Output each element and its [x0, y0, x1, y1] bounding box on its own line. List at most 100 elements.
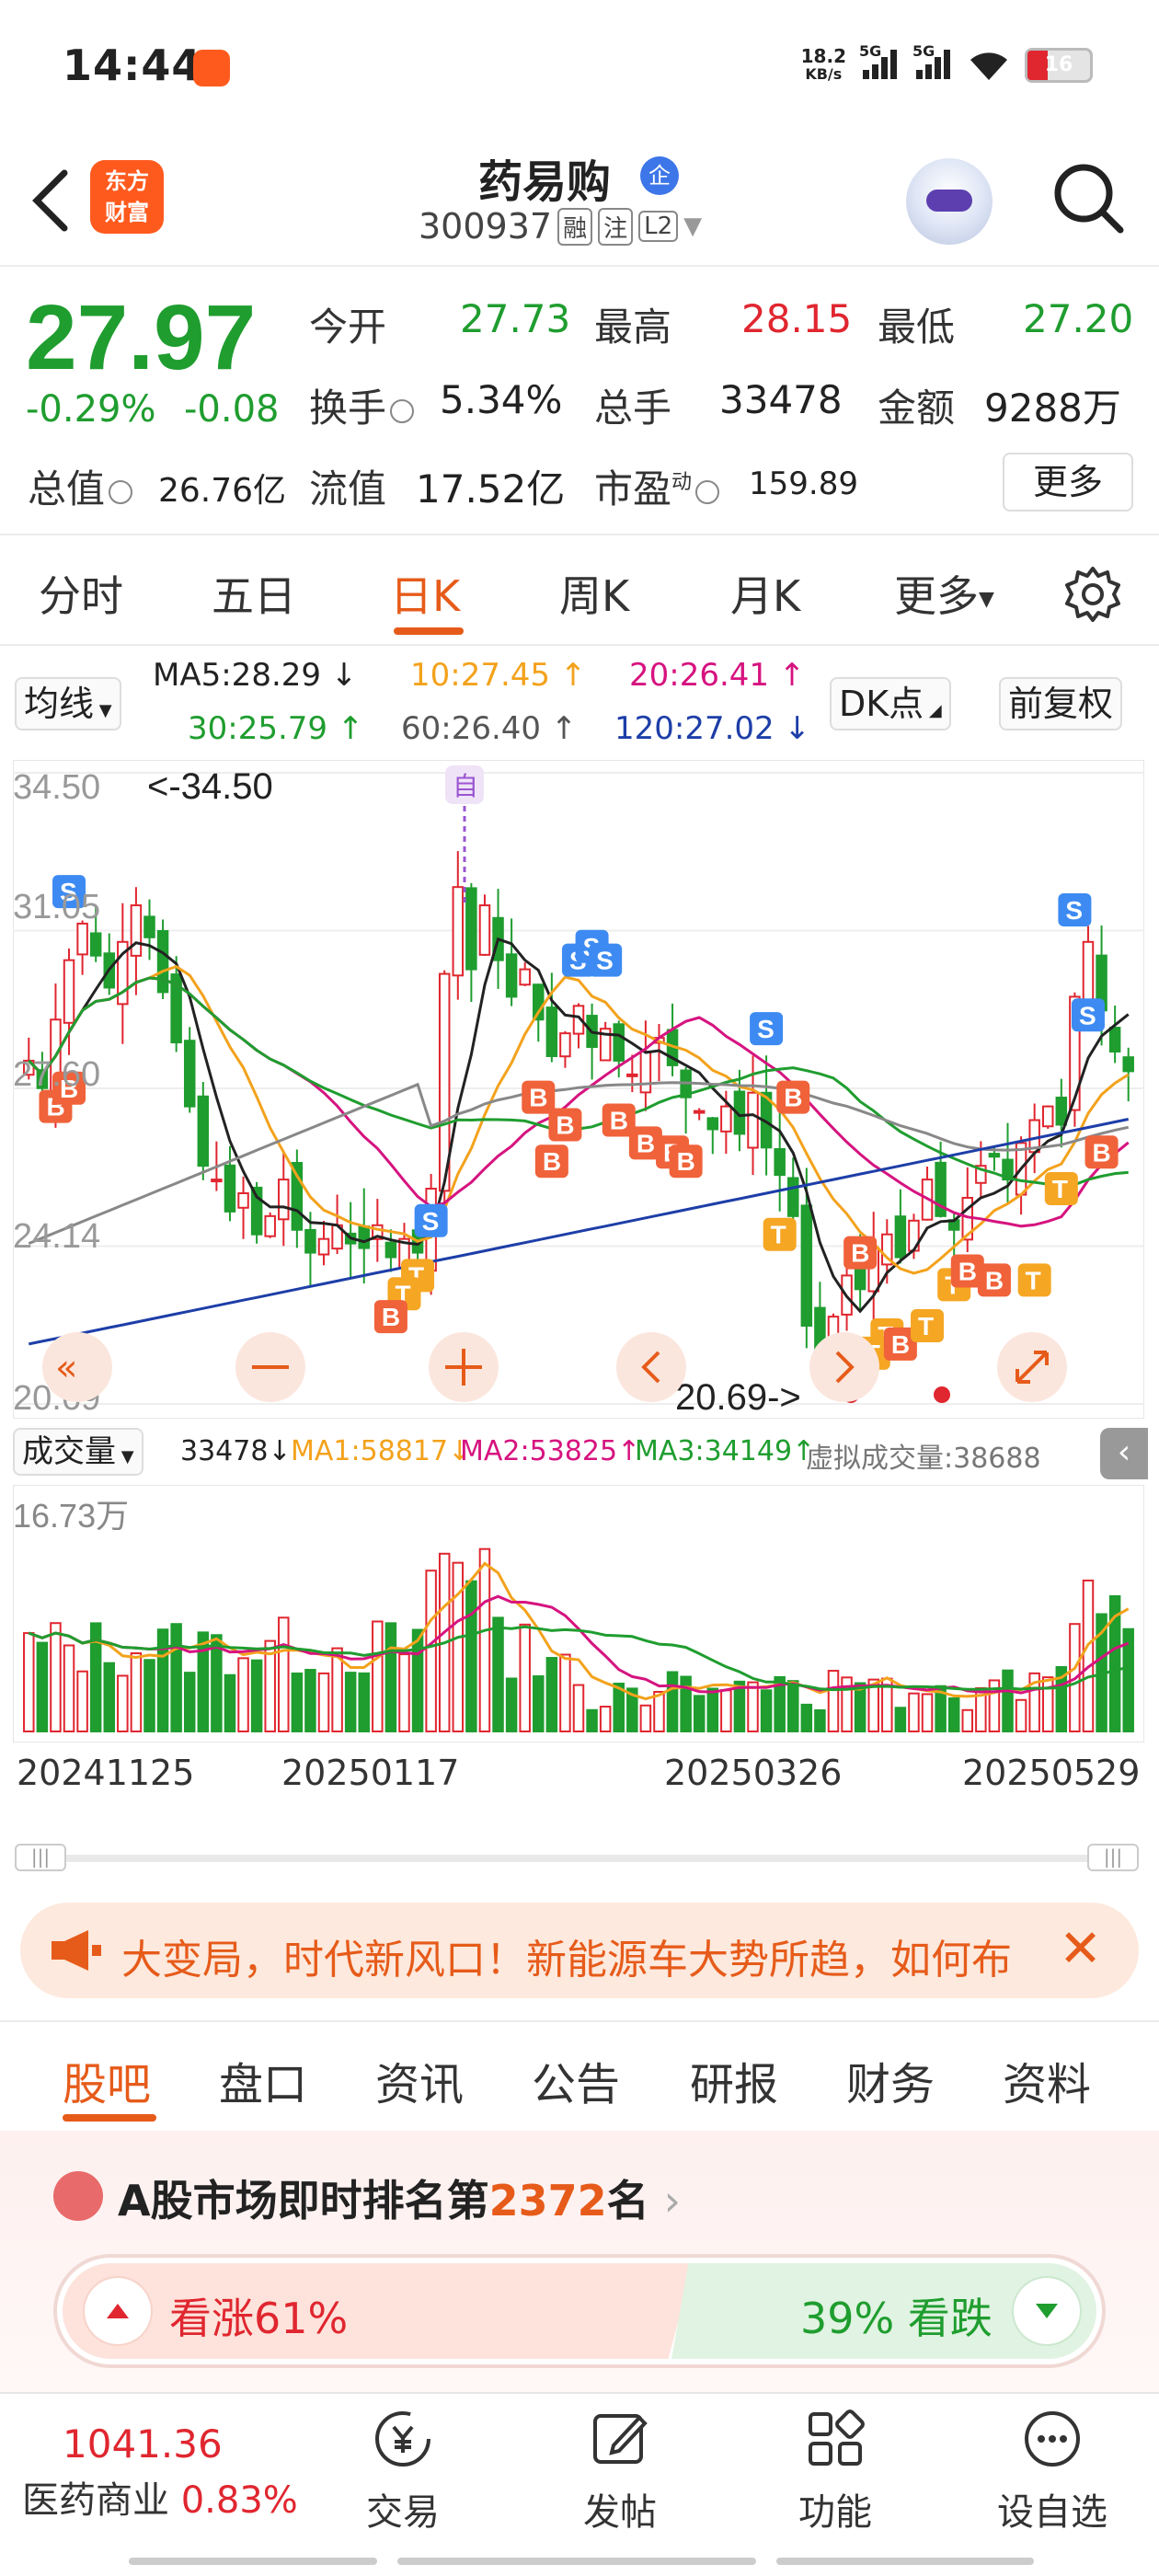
volume-bar — [492, 1616, 504, 1732]
ma60-value: 60:26.40 ↑ — [401, 710, 578, 747]
nav-trade[interactable]: 交易 — [329, 2405, 476, 2536]
indicator-selector[interactable]: 成交量 ▼ — [13, 1428, 143, 1476]
wifi-icon — [970, 52, 1007, 80]
tab-research[interactable]: 研报 — [690, 2048, 778, 2112]
volume-label: 总手 — [594, 385, 672, 431]
quote-panel: 27.97 -0.29% -0.08 今开 27.73 最高 28.15 最低 … — [0, 269, 1159, 535]
nav-post[interactable]: 发帖 — [546, 2405, 694, 2536]
y-tick-label: 24.14 — [13, 1217, 100, 1256]
volume-bar — [478, 1547, 491, 1732]
registration-tag: 注 — [598, 207, 634, 246]
tab-profile[interactable]: 资料 — [1003, 2048, 1091, 2112]
market-rank[interactable]: A股市场即时排名第2372名 › — [53, 2168, 681, 2228]
chevron-left-icon — [32, 169, 68, 232]
signal-label: S — [1065, 896, 1083, 925]
dk-point-selector[interactable]: DK点 ◢ — [830, 677, 951, 730]
volume-bar — [653, 1690, 665, 1733]
close-banner-button[interactable]: ✕ — [1059, 1919, 1102, 1979]
range-track[interactable] — [66, 1855, 1087, 1862]
nav-functions[interactable]: 功能 — [762, 2405, 909, 2536]
ma5-value: MA5:28.29 ↓ — [153, 657, 358, 694]
volume-bar — [519, 1623, 531, 1732]
volume-bar — [1015, 1698, 1027, 1732]
pe-value: 159.89 — [749, 466, 858, 502]
ma-legend-row: 均线 ▼ MA5:28.29 ↓ 10:27.45 ↑ 20:26.41 ↑ 3… — [0, 650, 1159, 760]
gear-icon[interactable] — [1063, 565, 1122, 624]
promo-banner[interactable]: 大变局，时代新风口！新能源车大势所趋，如何布 ✕ — [20, 1903, 1139, 1998]
price-adjust-selector[interactable]: 前复权 — [999, 677, 1123, 730]
tab-five-day[interactable]: 五日 — [212, 563, 296, 624]
volume-bar — [693, 1695, 706, 1733]
more-dots-icon — [1025, 2411, 1080, 2467]
tab-intraday[interactable]: 分时 — [39, 563, 123, 624]
sector-index[interactable]: 1041.36 医药商业 0.83% — [22, 2421, 298, 2524]
candlestick-chart[interactable]: SBBSTTBSSSBBBBBBBSBTBTTBBTTBBTSSBT 34.50… — [13, 760, 1144, 1419]
high-value: 28.15 — [741, 296, 853, 341]
range-handle-right[interactable]: ||| — [1087, 1844, 1139, 1871]
signal-label: B — [891, 1330, 910, 1359]
close-icon: ✕ — [1059, 1919, 1102, 1979]
candle — [317, 1237, 330, 1256]
candle — [774, 1147, 786, 1177]
step-left-button[interactable] — [616, 1332, 686, 1402]
bullish-bar[interactable] — [63, 2263, 694, 2359]
mktcap-label: 总值 — [28, 458, 136, 514]
zoom-out-button[interactable] — [235, 1332, 305, 1402]
turnover-label: 换手 — [309, 377, 418, 433]
chevron-left-icon: ‹ — [1117, 1433, 1131, 1471]
collapse-panel-button[interactable]: ‹ — [1100, 1428, 1148, 1479]
system-home-bar — [129, 2558, 377, 2565]
candle — [143, 915, 155, 938]
step-right-button[interactable] — [809, 1332, 879, 1402]
volume-bar — [1041, 1676, 1054, 1733]
tab-weekly-k[interactable]: 周K — [559, 563, 629, 624]
vote-up-button[interactable] — [85, 2278, 151, 2344]
candle — [747, 1091, 759, 1149]
edit-icon — [593, 2414, 648, 2464]
tab-monthly-k[interactable]: 月K — [730, 563, 800, 624]
fullscreen-button[interactable] — [997, 1332, 1067, 1402]
turnover-value: 5.34% — [440, 377, 563, 422]
candle — [626, 1073, 638, 1077]
volume-bar — [304, 1669, 316, 1732]
vote-down-button[interactable] — [1014, 2278, 1080, 2344]
signal-icon: 5G — [859, 42, 900, 84]
search-icon[interactable] — [1049, 158, 1126, 236]
ma-selector[interactable]: 均线 ▼ — [15, 677, 121, 730]
volume-bar — [63, 1644, 75, 1732]
volume-chart[interactable]: 16.73万 — [13, 1485, 1144, 1742]
nav-add-watchlist[interactable]: 设自选 — [979, 2405, 1126, 2536]
tab-order-book[interactable]: 盘口 — [219, 2048, 307, 2112]
volume-bar — [787, 1680, 799, 1732]
back-button[interactable] — [28, 164, 74, 237]
stock-code-row[interactable]: 300937 融 注 L2 ▼ — [419, 206, 702, 247]
volume-bar — [130, 1652, 143, 1732]
more-button[interactable]: 更多 — [1003, 453, 1133, 512]
tab-announcements[interactable]: 公告 — [532, 2048, 620, 2112]
signal-label: S — [1079, 1001, 1096, 1029]
tab-more[interactable]: 更多▼ — [894, 563, 994, 624]
tab-news[interactable]: 资讯 — [375, 2048, 464, 2112]
candle — [304, 1228, 316, 1254]
status-icons: 18.2 KB/s 5G 5G 16 — [801, 42, 1093, 84]
min-price-label: 20.69-> — [675, 1377, 801, 1418]
zoom-in-button[interactable] — [429, 1332, 499, 1402]
candle — [505, 953, 518, 998]
volume-bar — [156, 1628, 169, 1732]
megaphone-icon — [52, 1930, 101, 1971]
low-label: 最低 — [878, 305, 956, 350]
tab-finance[interactable]: 财务 — [846, 2048, 935, 2112]
scroll-left-button[interactable]: « — [42, 1332, 112, 1402]
tab-daily-k[interactable]: 日K — [390, 563, 460, 624]
candle — [1108, 1027, 1121, 1053]
self-marker-label: 自 — [453, 771, 478, 801]
chart-range-scrollbar[interactable]: ||| ||| — [15, 1838, 1142, 1871]
float-label: 流值 — [309, 466, 387, 512]
period-tabs: 分时 五日 日K 周K 月K 更多▼ — [0, 535, 1159, 646]
volume-bar — [921, 1693, 934, 1732]
app-logo[interactable]: 东方 财富 — [90, 160, 164, 234]
ai-assistant-avatar[interactable] — [906, 158, 993, 245]
range-handle-left[interactable]: ||| — [15, 1844, 66, 1871]
tab-guba[interactable]: 股吧 — [63, 2048, 151, 2112]
volume-bar — [398, 1653, 410, 1732]
